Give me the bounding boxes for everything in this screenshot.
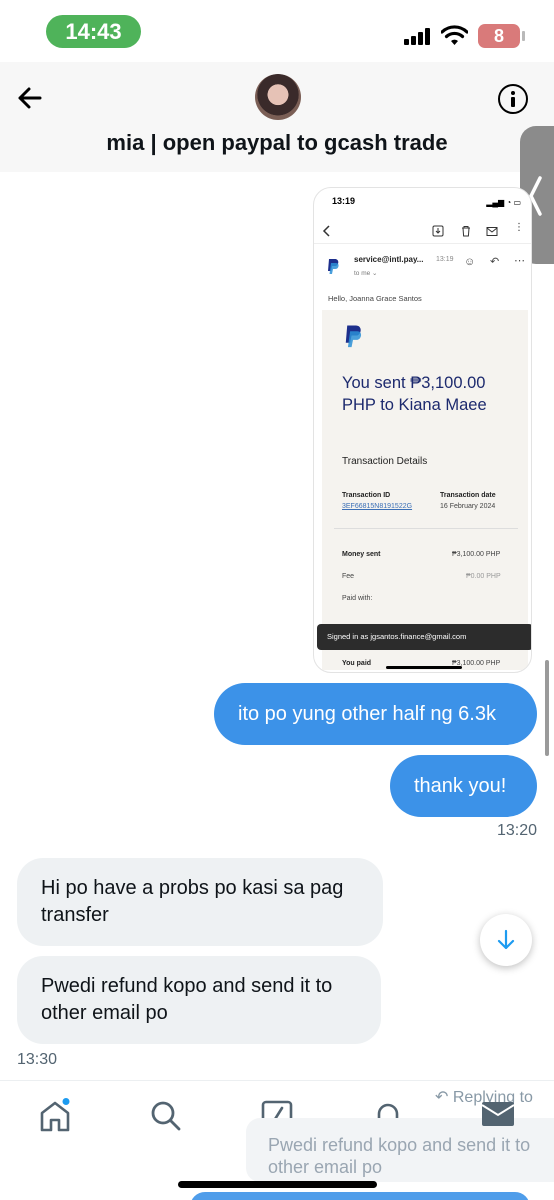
shot-status-icons: ▂▄▆ ◔ ▭ [486,198,521,207]
messages-envelope-icon[interactable] [481,1100,515,1128]
shot-sent-time: 13:19 [436,256,454,263]
reply-preview: Pwedi refund kopo and send it to other e… [268,1135,531,1177]
message-timestamp: 13:30 [17,1051,58,1068]
message-outgoing[interactable]: thank you! [390,755,537,817]
arrow-down-icon [497,929,515,950]
back-arrow-icon[interactable] [12,80,48,116]
shot-archive-icon [432,225,444,237]
message-outgoing-partial [190,1192,530,1200]
status-time: 14:43 [46,15,141,48]
shot-fee-label: Fee [342,573,355,580]
shot-section-title: Transaction Details [342,456,428,467]
shot-back-icon [322,225,330,237]
search-icon[interactable] [148,1098,184,1134]
message-outgoing[interactable]: ito po yung other half ng 6.3k [214,683,537,745]
message-timestamp: 13:20 [497,822,538,839]
conversation-title[interactable]: mia | open paypal to gcash trade [0,130,554,156]
message-incoming[interactable]: Pwedi refund kopo and send it to other e… [17,956,381,1044]
shot-paid-with-label: Paid with: [342,595,373,602]
shot-you-paid-label: You paid [342,660,372,667]
wifi-icon [441,25,468,45]
shot-reply-icon: ↶ [490,256,500,268]
shot-receipt-card: You sent ₱3,100.00 PHP to Kiana Maee Tra… [322,310,528,670]
home-indicator [178,1181,377,1188]
shot-txn-id-link: 3EF66815N8191522G [342,503,413,510]
shot-txn-id-label: Transaction ID [342,492,391,499]
shot-greeting: Hello, Joanna Grace Santos [328,294,422,303]
shot-to-me: to me ⌄ [354,270,378,277]
avatar[interactable] [255,74,301,120]
shot-money-sent-value: ₱3,100.00 PHP [452,551,501,558]
paypal-logo-small-icon [328,259,339,274]
shot-mail-toolbar: ⋮ [314,218,531,244]
shot-emoji-icon: ☺ [464,256,476,268]
attached-screenshot[interactable]: 13:19 ▂▄▆ ◔ ▭ ⋮ service@intl.pay... 13:1… [313,187,532,673]
shot-status-time: 13:19 [332,196,356,206]
shot-trash-icon [462,226,470,237]
shot-txn-date-label: Transaction date [440,492,496,499]
shot-divider [334,528,518,529]
reply-arrow-icon: ↶ [435,1089,453,1106]
shot-signed-in-toast: Signed in as jgsantos.finance@gmail.com [317,624,531,650]
scroll-to-bottom-button[interactable] [480,914,532,966]
shot-sender: service@intl.pay... [354,255,424,264]
scrollbar[interactable] [545,660,549,756]
cellular-signal-icon [404,28,430,45]
shot-headline: You sent ₱3,100.00 PHP to Kiana Maee [342,374,487,414]
shot-more-horiz-icon: ⋯ [514,255,525,267]
conversation-header: mia | open paypal to gcash trade [0,62,554,172]
status-bar: 14:43 8 [0,0,554,62]
shot-txn-date-value: 16 February 2024 [440,503,496,510]
shot-money-sent-label: Money sent [342,551,381,558]
message-incoming[interactable]: Hi po have a probs po kasi sa pag transf… [17,858,383,946]
info-icon[interactable] [498,84,528,114]
battery-icon: 8 [478,24,520,48]
home-icon[interactable] [37,1098,73,1134]
paypal-logo-icon [345,325,362,348]
shot-home-indicator [386,666,462,669]
battery-cap [522,31,525,41]
shot-more-icon: ⋮ [514,222,524,233]
shot-fee-value: ₱0.00 PHP [466,573,501,580]
shot-mail-icon [486,227,498,236]
